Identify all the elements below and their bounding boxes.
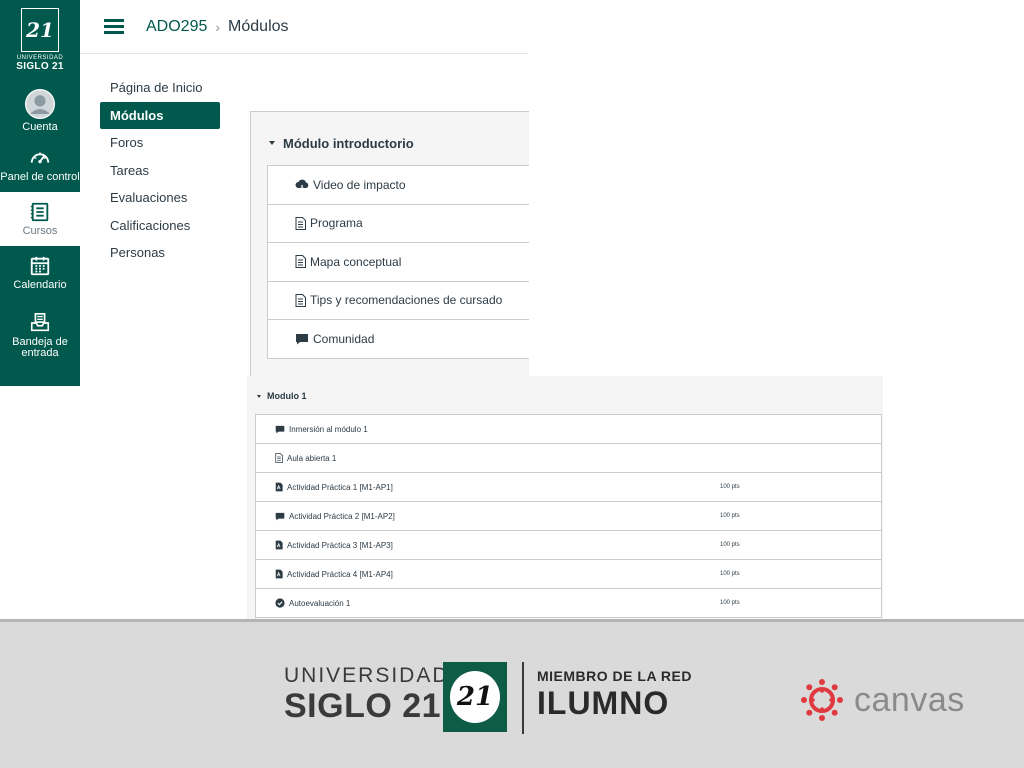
module-item[interactable]: Programa [268,205,529,243]
module-item[interactable]: Comunidad [268,320,529,358]
module-item[interactable]: Aula abierta 1 [256,444,881,473]
dashboard-icon [30,152,50,164]
footer-banner: UNIVERSIDAD SIGLO 21 21 MIEMBRO DE LA RE… [0,619,1024,768]
module-title: Modulo 1 [267,391,307,401]
module-item-title[interactable]: Inmersión al módulo 1 [289,425,368,434]
course-header: ADO295 › Módulos [80,0,528,54]
course-nav-personas[interactable]: Personas [100,239,220,267]
assignment-icon [275,482,283,492]
points-label: 100 pts [720,484,740,490]
inbox-icon [30,312,50,331]
cloud-video-icon [295,179,309,191]
course-nav-tareas[interactable]: Tareas [100,157,220,185]
module-item[interactable]: Video de impacto [268,166,529,205]
canvas-logo: canvas [800,678,965,722]
nav-item-cursos[interactable]: Cursos [0,192,80,246]
module-items: Inmersión al módulo 1 Aula abierta 1 Act… [255,414,882,618]
collapse-caret-icon[interactable] [257,394,261,398]
module-items: Video de impacto Programa Mapa conceptua… [267,165,529,359]
nav-item-calendario[interactable]: Calendario [0,246,80,300]
module-item-title[interactable]: Actividad Práctica 1 [M1-AP1] [287,483,393,492]
points-label: 100 pts [720,513,740,519]
footer-divider [522,662,524,734]
nav-item-bandeja-de-entrada[interactable]: Bandeja de entrada [0,300,80,370]
avatar-icon [25,89,55,119]
points-label: 100 pts [720,600,740,606]
document-icon [295,293,306,307]
nav-item-label: Cursos [22,225,58,237]
breadcrumb-course-link[interactable]: ADO295 [146,18,207,36]
module-item-title[interactable]: Mapa conceptual [310,255,401,269]
module-item[interactable]: Autoevaluación 1 100 pts [256,589,881,617]
module-item-title[interactable]: Actividad Práctica 4 [M1-AP4] [287,570,393,579]
module-header[interactable]: Modulo 1 [247,376,883,416]
course-nav-pagina-de-inicio[interactable]: Página de Inicio [100,74,220,102]
breadcrumb-separator: › [215,18,221,35]
module-item-title[interactable]: Actividad Práctica 2 [M1-AP2] [289,512,395,521]
module-item[interactable]: Actividad Práctica 2 [M1-AP2] 100 pts [256,502,881,531]
module-item[interactable]: Inmersión al módulo 1 [256,415,881,444]
points-label: 100 pts [720,571,740,577]
breadcrumb-current: Módulos [228,17,289,35]
module-item-title[interactable]: Programa [310,216,363,230]
module-item-title[interactable]: Comunidad [313,332,374,346]
course-navigation: Página de Inicio Módulos Foros Tareas Ev… [100,74,220,267]
crest-mark: 21 [456,682,494,712]
nav-item-cuenta[interactable]: Cuenta [0,84,80,138]
nav-item-label: Bandeja de entrada [12,335,68,359]
document-icon [295,216,306,230]
course-nav-calificaciones[interactable]: Calificaciones [100,212,220,240]
module-item[interactable]: Mapa conceptual [268,243,529,282]
document-icon [295,255,306,269]
canvas-logo-icon [801,679,843,721]
module-introductorio: Módulo introductorio Video de impacto Pr… [250,111,529,376]
nav-item-panel-de-control[interactable]: Panel de control [0,138,80,192]
module-1: Modulo 1 Inmersión al módulo 1 Aula abie… [247,376,883,619]
module-item-title[interactable]: Aula abierta 1 [287,454,336,463]
module-title: Módulo introductorio [283,135,414,151]
ilumno-wordmark: MIEMBRO DE LA RED ILUMNO [537,668,692,722]
points-label: 100 pts [720,542,740,548]
calendar-icon [30,256,50,276]
module-item[interactable]: Actividad Práctica 4 [M1-AP4] 100 pts [256,560,881,589]
university-line-1: UNIVERSIDAD [284,664,450,687]
module-item[interactable]: Actividad Práctica 3 [M1-AP3] 100 pts [256,531,881,560]
discussion-icon [295,333,309,345]
logo-line-2: SIGLO 21 [16,61,64,72]
module-item[interactable]: Tips y recomendaciones de cursado [268,282,529,320]
breadcrumb: ADO295 › Módulos [146,18,289,36]
nav-item-label: Calendario [13,279,67,291]
module-item[interactable]: Actividad Práctica 1 [M1-AP1] 100 pts [256,473,881,502]
network-line-2: ILUMNO [537,685,670,721]
module-item-title[interactable]: Tips y recomendaciones de cursado [310,293,502,307]
quiz-icon [275,598,285,608]
document-icon [275,453,283,463]
nav-item-label: Cuenta [22,121,58,133]
discussion-icon [275,425,285,434]
university-line-2: SIGLO 21 [284,687,442,725]
global-navigation: 21 UNIVERSIDAD SIGLO 21 Cuenta Panel de … [0,0,80,386]
crest-icon: 21 [21,8,59,52]
collapse-caret-icon[interactable] [269,141,275,145]
assignment-icon [275,540,283,550]
assignment-icon [275,569,283,579]
canvas-wordmark: canvas [854,680,965,719]
course-nav-foros[interactable]: Foros [100,129,220,157]
discussion-icon [275,512,285,521]
courses-icon [30,202,49,222]
course-nav-evaluaciones[interactable]: Evaluaciones [100,184,220,212]
nav-item-label: Panel de control [0,171,80,183]
university-wordmark: UNIVERSIDAD SIGLO 21 [284,664,450,724]
university-logo[interactable]: 21 UNIVERSIDAD SIGLO 21 [0,0,80,84]
course-nav-modulos[interactable]: Módulos [100,101,220,129]
siglo21-crest-icon: 21 [443,662,507,732]
network-line-1: MIEMBRO DE LA RED [537,668,692,684]
module-item-title[interactable]: Video de impacto [313,178,406,192]
hamburger-menu-icon[interactable] [104,16,124,38]
module-item-title[interactable]: Autoevaluación 1 [289,599,350,608]
module-item-title[interactable]: Actividad Práctica 3 [M1-AP3] [287,541,393,550]
